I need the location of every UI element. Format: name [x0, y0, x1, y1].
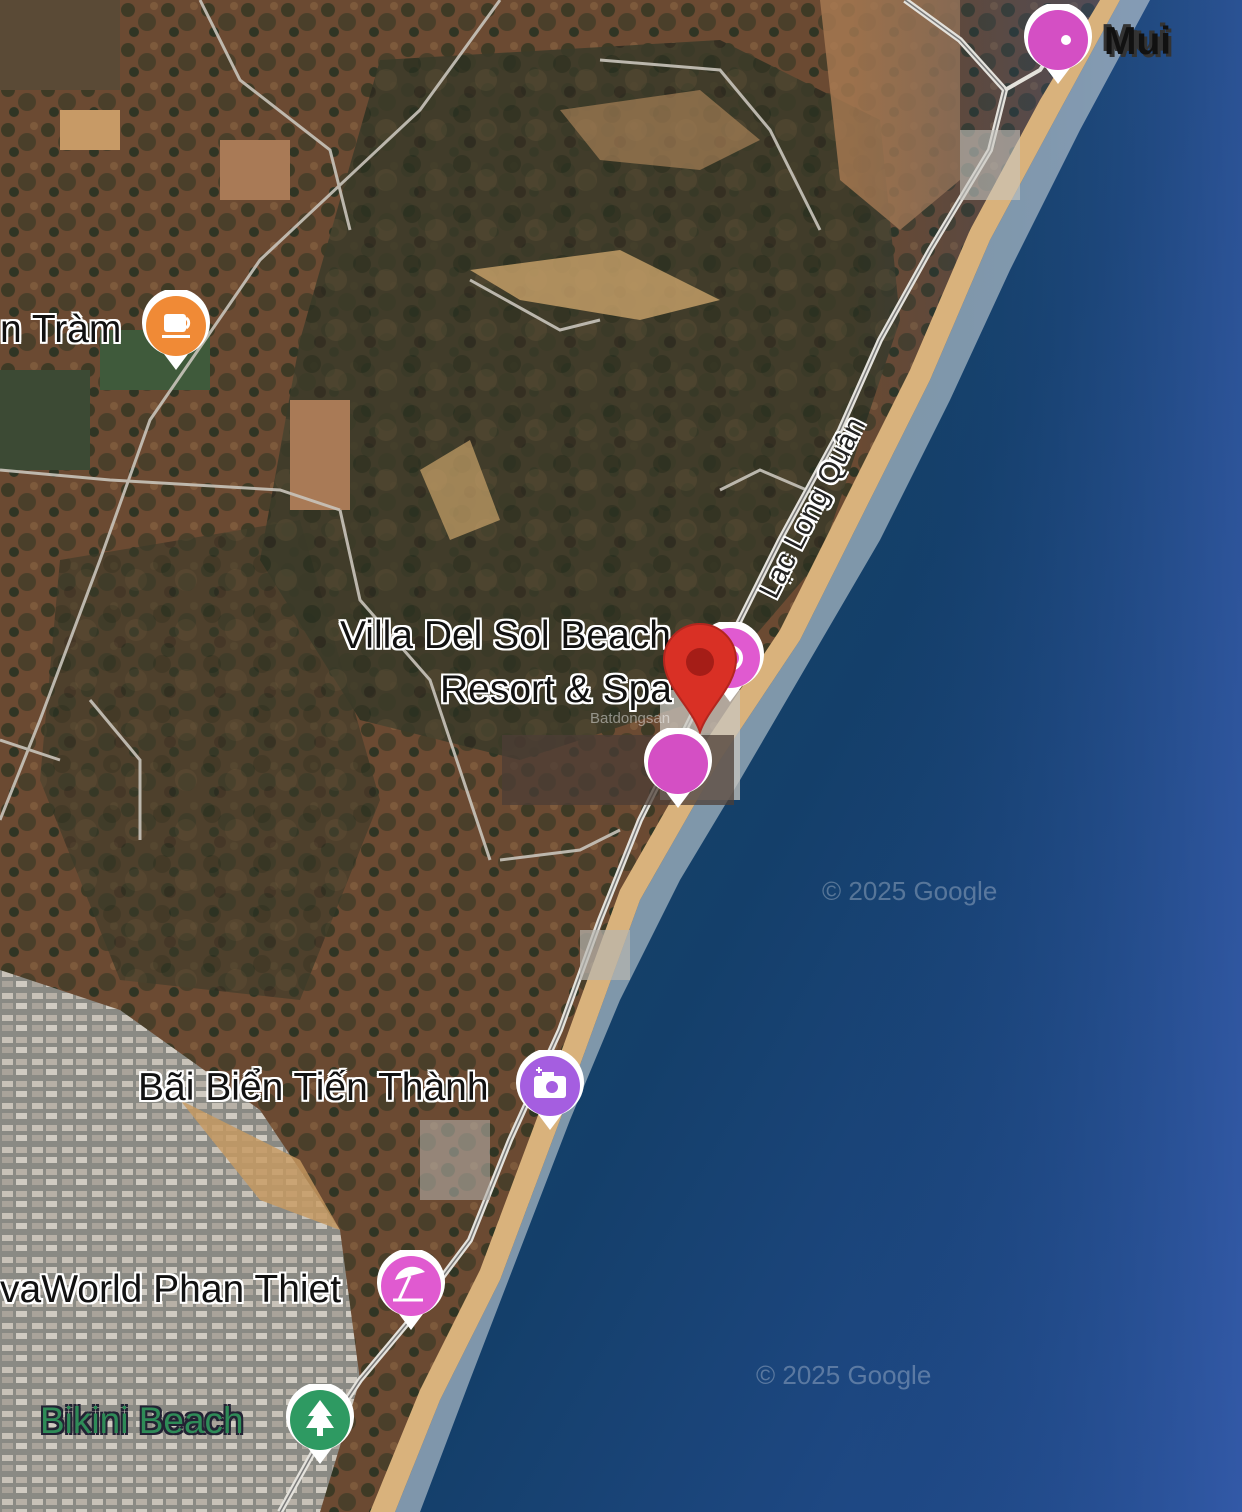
top-right-partial-label[interactable]: Mui	[1104, 20, 1171, 65]
red-location-pin-icon	[662, 623, 738, 736]
novaworld-label[interactable]: vaWorld Phan Thiet	[0, 1268, 341, 1313]
villa-del-sol-label-line1[interactable]: Villa Del Sol Beach	[340, 614, 671, 659]
tree-icon	[286, 1382, 354, 1464]
bikini-beach-label[interactable]: Bikini Beach	[40, 1400, 244, 1442]
tien-thanh-beach-label[interactable]: Bãi Biển Tiến Thành	[138, 1066, 489, 1111]
top-right-pin[interactable]	[1022, 2, 1094, 91]
map-attribution-watermark-2: © 2025 Google	[756, 1360, 932, 1390]
villa-del-sol-label-line2[interactable]: Resort & Spa	[440, 668, 672, 713]
map-attribution-watermark: © 2025 Google	[822, 876, 998, 906]
pink-center-pin[interactable]	[642, 726, 714, 815]
place-label-tram[interactable]: n Tràm	[0, 308, 121, 353]
beach-umbrella-icon	[377, 1248, 445, 1330]
cafe-pin[interactable]	[140, 288, 212, 377]
pink-dot-icon	[644, 726, 712, 808]
novaworld-pin[interactable]	[375, 1248, 447, 1337]
selected-location-marker[interactable]	[662, 622, 738, 739]
coffee-cup-icon	[142, 288, 210, 370]
camera-icon	[516, 1048, 584, 1130]
satellite-map[interactable]: © 2025 Google © 2025 Google Batdongsan L…	[0, 0, 1242, 1512]
pink-dot-icon	[1024, 2, 1092, 84]
bikini-beach-pin[interactable]	[284, 1382, 356, 1471]
tien-thanh-beach-pin[interactable]	[514, 1048, 586, 1137]
